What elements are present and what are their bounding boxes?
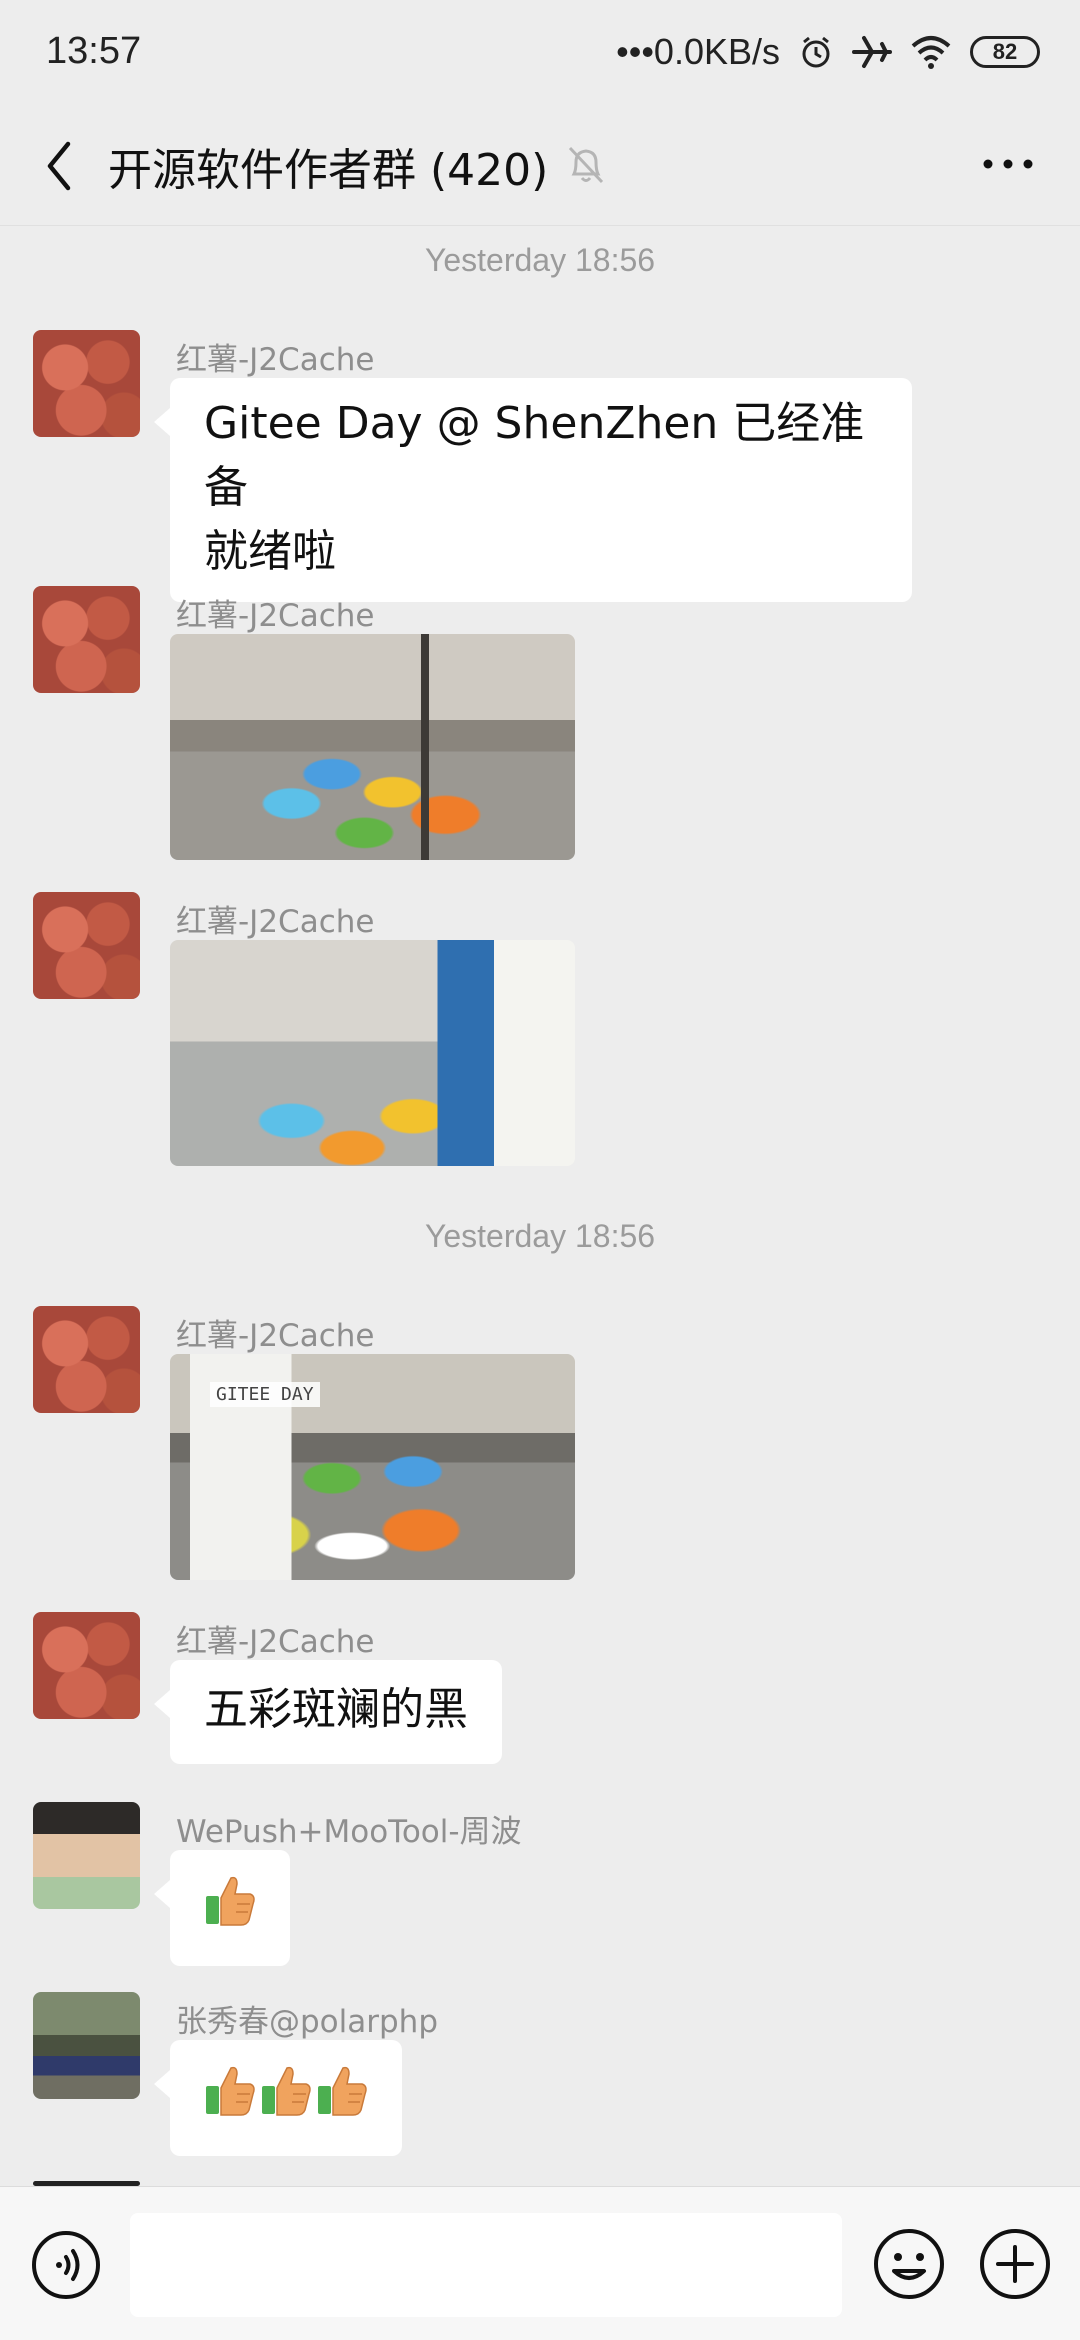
text-message-bubble[interactable]: Gitee Day @ ShenZhen 已经准备 就绪啦: [154, 378, 912, 602]
sender-name: 红薯-J2Cache: [176, 342, 375, 378]
voice-input-icon[interactable]: [30, 2229, 102, 2301]
network-speed: •••0.0KB/s: [616, 31, 780, 72]
sender-avatar[interactable]: [33, 330, 140, 437]
emoji-group: [204, 2062, 368, 2118]
chat-messages[interactable]: Yesterday 18:56 红薯-J2Cache Gitee Day @ S…: [0, 226, 1080, 2186]
message-input[interactable]: [130, 2213, 842, 2317]
plus-icon[interactable]: [978, 2227, 1052, 2301]
thumbs-up-icon: [262, 2066, 311, 2116]
sender-avatar[interactable]: [33, 1802, 140, 1909]
message-text-line: 就绪啦: [204, 526, 336, 577]
sender-name: WePush+MooTool-周波: [176, 1814, 522, 1850]
message-text: 五彩斑斓的黑: [204, 1684, 468, 1735]
photo-caption: GITEE DAY: [210, 1382, 320, 1407]
image-message[interactable]: GITEE DAY: [170, 1354, 575, 1580]
airplane-icon: [852, 36, 892, 68]
sender-name: 红薯-J2Cache: [176, 904, 375, 940]
sender-name: 红薯-J2Cache: [176, 1624, 375, 1660]
chat-title: 开源软件作者群 (420): [108, 145, 549, 196]
status-indicators: •••0.0KB/s 82: [616, 26, 1040, 78]
battery-indicator: 82: [970, 36, 1040, 68]
input-bar: [0, 2186, 1080, 2340]
wifi-icon: [911, 36, 951, 69]
thumbs-up-icon: [206, 2066, 255, 2116]
sender-avatar[interactable]: [33, 892, 140, 999]
chat-header: 开源软件作者群 (420): [0, 104, 1080, 226]
image-message[interactable]: [170, 940, 575, 1166]
sender-avatar[interactable]: [33, 1612, 140, 1719]
sender-avatar[interactable]: [33, 586, 140, 693]
emoji-message-bubble[interactable]: [154, 2040, 402, 2156]
message-timestamp: Yesterday 18:56: [424, 242, 656, 278]
more-options-icon[interactable]: [978, 144, 1038, 184]
mute-bell-icon: [568, 146, 604, 184]
emoji-group: [204, 1872, 256, 1928]
text-message-bubble[interactable]: 五彩斑斓的黑: [154, 1660, 502, 1764]
thumbs-up-icon: [206, 1876, 255, 1926]
back-arrow-icon[interactable]: [36, 136, 86, 196]
sender-avatar[interactable]: [33, 1306, 140, 1413]
emoji-icon[interactable]: [872, 2227, 946, 2301]
status-bar: 13:57 •••0.0KB/s 82: [0, 0, 1080, 104]
message-timestamp: Yesterday 18:56: [424, 1218, 656, 1254]
sender-avatar[interactable]: [33, 1992, 140, 2099]
message-text-line: Gitee Day @ ShenZhen 已经准备: [204, 398, 865, 513]
sender-name: 张秀春@polarphp: [176, 2004, 439, 2040]
sender-name: 红薯-J2Cache: [176, 1318, 375, 1354]
alarm-icon: [802, 36, 830, 68]
emoji-message-bubble[interactable]: [154, 1850, 290, 1966]
image-message[interactable]: [170, 634, 575, 860]
status-time: 13:57: [46, 30, 142, 72]
thumbs-up-icon: [318, 2066, 367, 2116]
sender-name: 红薯-J2Cache: [176, 598, 375, 634]
